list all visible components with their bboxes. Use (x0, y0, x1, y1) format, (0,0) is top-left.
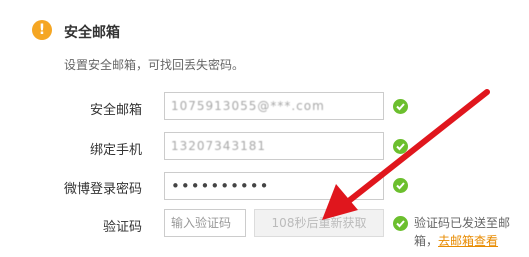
annotation-arrow-icon (322, 89, 490, 220)
